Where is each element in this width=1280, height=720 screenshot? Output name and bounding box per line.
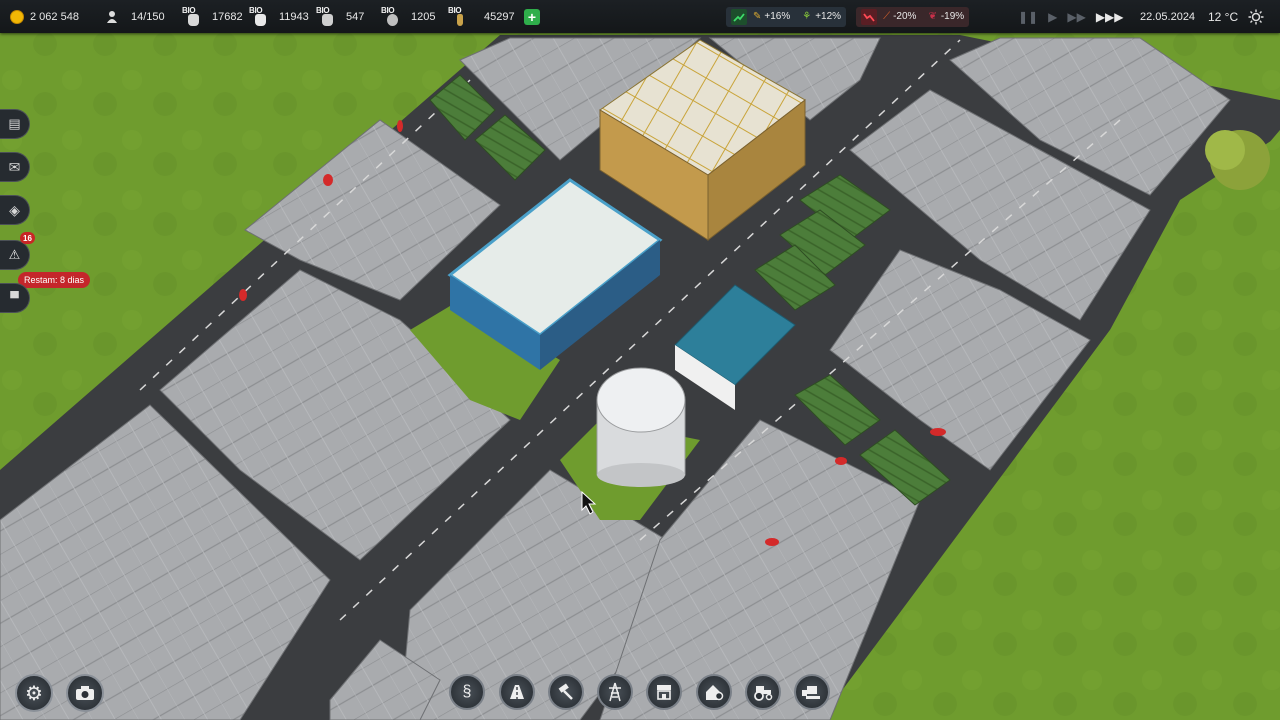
resource-value: 547 [346,10,365,23]
alerts-badge: 16 [20,232,35,244]
trend-down-arrow-icon [861,8,878,25]
wheat-trend-icon: ✎ [753,11,762,22]
machinery-button[interactable] [794,674,830,710]
layers-button[interactable]: ◈ [0,195,30,225]
trend-up-group[interactable]: ✎ +16% ⚘ +12% [726,6,847,27]
play-icon[interactable]: ▶ [1048,10,1057,24]
game-speed-controls: ❚❚ ▶ ▶▶ ▶▶▶ [1018,0,1124,33]
camera-icon [76,686,94,700]
trend-value: -19% [940,11,965,22]
resource-value: 11943 [279,10,309,23]
temperature-display: 12 °C [1208,0,1238,33]
bio-wheat-icon: BIO [448,6,466,26]
screenshot-button[interactable] [66,674,104,712]
education-button[interactable]: ▀ [0,283,30,313]
carrot-trend-icon: ⟋ [883,11,891,22]
bio-seed-sack-icon: BIO [316,6,334,26]
deadline-notice[interactable]: Restam: 8 dias [18,272,91,288]
roads-build-button[interactable] [499,674,535,710]
vehicles-button[interactable] [745,674,781,710]
resource-item[interactable]: BIO 45297 [448,0,515,33]
power-tower-icon [609,682,621,702]
workers-display[interactable]: 14/150 [105,0,165,33]
trend-down-group[interactable]: ⟋ -20% ❦ -19% [856,6,970,27]
fastest-forward-icon[interactable]: ▶▶▶ [1096,10,1124,24]
book-icon: ▤ [8,116,21,131]
grain-silo[interactable] [596,367,686,487]
workers-value: 14/150 [131,10,165,23]
resource-item[interactable]: BIO 1205 [381,0,436,33]
corn-trend-icon: ⚘ [802,11,812,22]
field-icon: § [462,683,472,700]
resource-item[interactable]: BIO 547 [316,0,365,33]
hammer-icon [558,683,573,700]
alerts-button[interactable]: ⚠ [0,240,30,270]
coin-icon [10,9,24,24]
tractor-icon [754,686,773,701]
temperature-value: 12 °C [1208,9,1239,24]
bio-flour-sack-icon: BIO [249,6,267,26]
demolish-button[interactable] [548,674,584,710]
resource-value: 1205 [411,10,436,23]
warning-icon: ⚠ [8,247,21,262]
top-status-bar: 2 062 548 14/150 BIO 17682 BIO 11943 BIO… [0,0,1280,33]
resource-value: 17682 [212,10,243,23]
road-icon [510,685,524,699]
trend-value: +16% [764,11,791,22]
resource-item[interactable]: BIO 11943 [249,0,309,33]
layers-icon: ◈ [9,201,20,218]
house-gear-icon [706,685,724,701]
date-value: 22.05.2024 [1140,10,1196,23]
fields-build-button[interactable]: § [449,674,485,710]
resource-item[interactable]: BIO 17682 [182,0,243,33]
trend-value: +12% [815,11,842,22]
game-world-view[interactable] [0,0,1280,720]
trend-up-arrow-icon [731,8,747,25]
add-resource-button[interactable]: + [524,8,540,25]
date-display: 22.05.2024 [1140,0,1195,33]
bio-grain-sack-icon: BIO [182,6,200,26]
shop-icon [657,685,671,700]
money-display[interactable]: 2 062 548 [10,0,79,33]
beet-trend-icon: ❦ [928,11,937,22]
power-build-button[interactable] [597,674,633,710]
worker-icon [107,10,117,23]
mail-icon: ✉ [8,158,21,175]
fast-forward-icon[interactable]: ▶▶ [1067,10,1085,24]
market-trends[interactable]: ✎ +16% ⚘ +12% ⟋ -20% ❦ -19% [726,0,970,33]
mail-button[interactable]: ✉ [0,152,30,182]
trend-value: -20% [893,11,917,22]
weather-sun-icon[interactable] [1248,0,1264,33]
resource-value: 45297 [484,10,515,23]
pause-icon[interactable]: ❚❚ [1018,10,1038,24]
housing-build-button[interactable] [696,674,732,710]
money-value: 2 062 548 [30,10,79,23]
settings-button[interactable]: ⚙ [15,674,53,712]
shop-build-button[interactable] [646,674,682,710]
graduation-cap-icon: ▀ [10,291,19,305]
book-button[interactable]: ▤ [0,109,30,139]
bio-cauliflower-icon: BIO [381,6,399,26]
gear-icon: ⚙ [25,682,43,705]
harvester-icon [802,686,820,699]
